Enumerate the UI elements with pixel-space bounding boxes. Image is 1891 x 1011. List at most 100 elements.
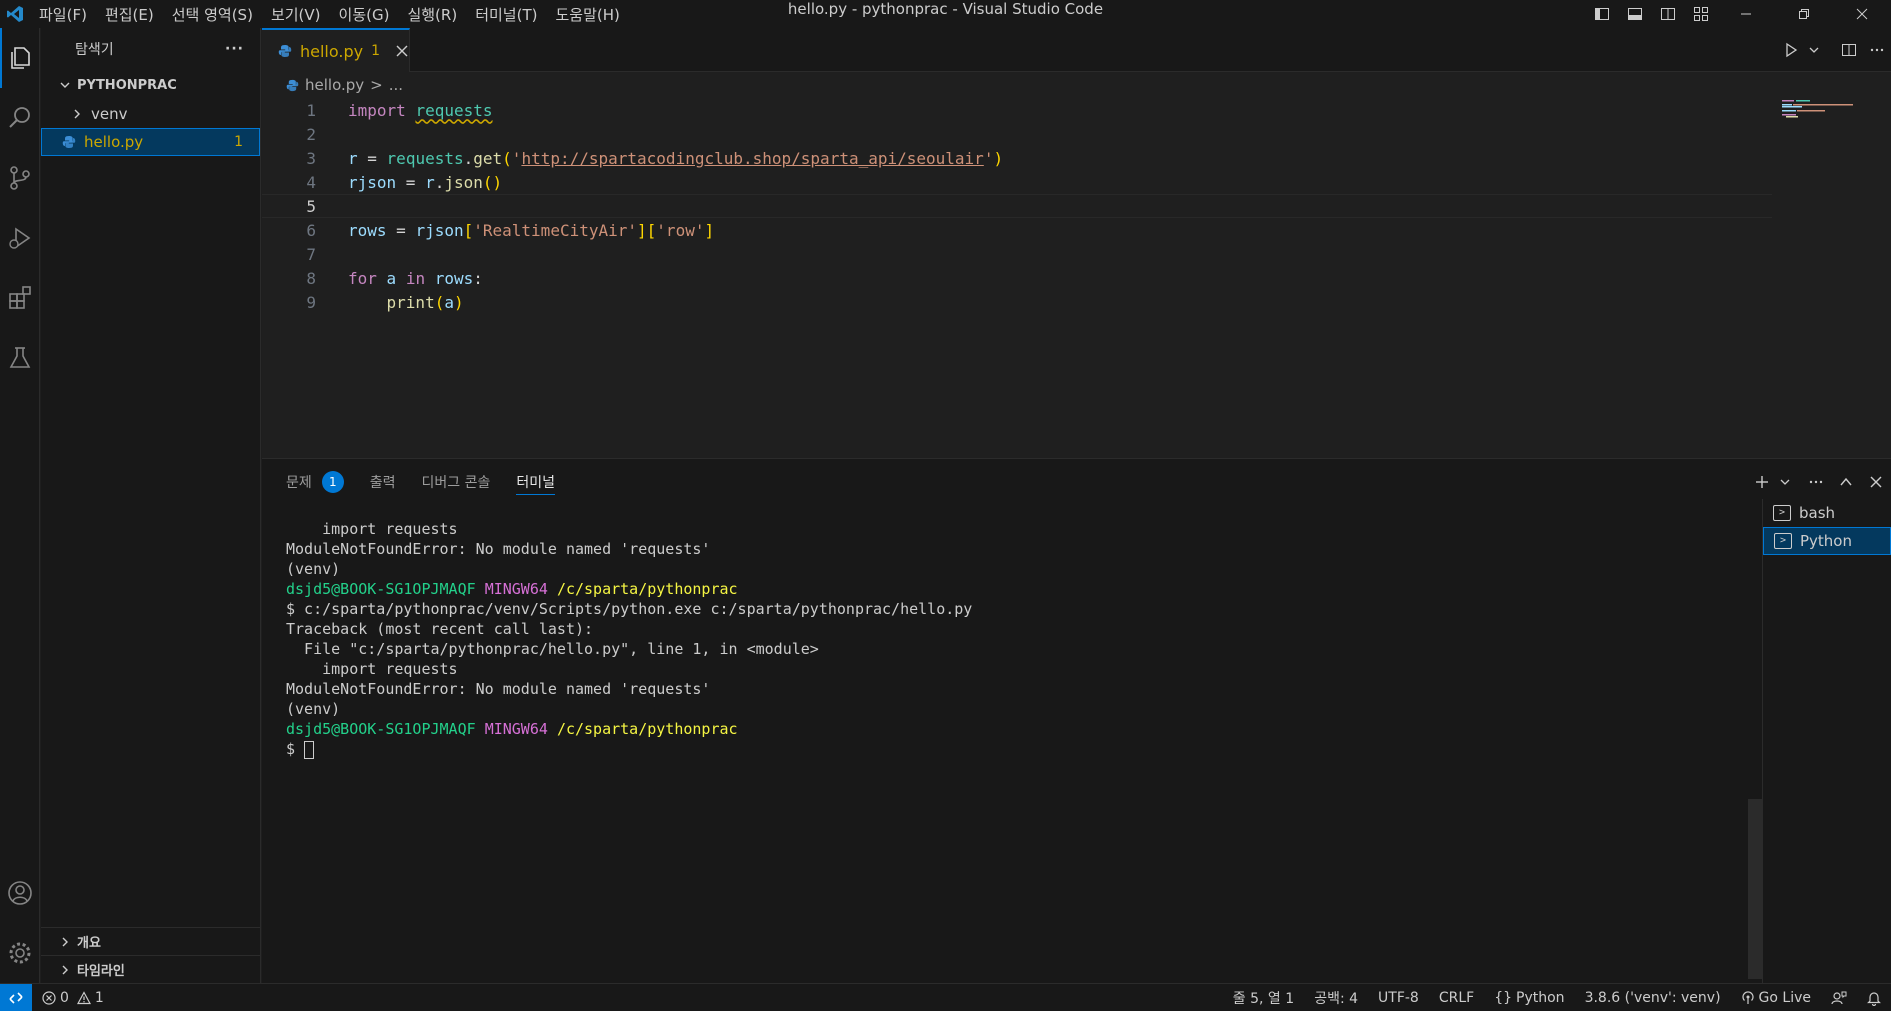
editor-actions (1777, 28, 1891, 72)
explorer-title: 탐색기 (75, 42, 114, 58)
tab-hello-py[interactable]: hello.py 1 (262, 28, 410, 72)
code-link[interactable]: http://spartacodingclub.shop/sparta_api/… (521, 149, 983, 168)
breadcrumb-symbols[interactable]: ... (389, 76, 403, 94)
code-token: rows (434, 268, 474, 288)
terminal-scrollbar[interactable] (1748, 799, 1762, 979)
menu-file[interactable]: 파일(F) (30, 4, 96, 25)
outline-section[interactable]: 개요 (41, 927, 260, 955)
code-token: 'row' (656, 220, 705, 240)
menu-terminal[interactable]: 터미널(T) (466, 4, 546, 25)
tab-terminal[interactable]: 터미널 (516, 459, 555, 505)
chevron-right-icon (69, 106, 85, 122)
code-token: get (473, 148, 503, 168)
line-number: 5 (306, 196, 316, 216)
tree-item-label: venv (91, 105, 128, 123)
tree-item-venv[interactable]: venv (41, 100, 260, 128)
toggle-panel-icon[interactable] (1618, 0, 1651, 28)
feedback-icon[interactable] (1821, 990, 1857, 1006)
tab-debug-console[interactable]: 디버그 콘솔 (422, 459, 491, 505)
error-icon (42, 990, 56, 1005)
menu-view[interactable]: 보기(V) (262, 4, 330, 25)
menu-run[interactable]: 실행(R) (398, 4, 466, 25)
search-icon[interactable] (0, 88, 40, 148)
manage-gear-icon[interactable] (0, 928, 40, 978)
go-live-label: Go Live (1758, 989, 1811, 1006)
menu-help[interactable]: 도움말(H) (546, 4, 628, 25)
terminal-item-python[interactable]: > Python (1763, 527, 1891, 555)
testing-icon[interactable] (0, 328, 40, 388)
broadcast-icon (1741, 990, 1755, 1005)
line-number: 7 (306, 244, 316, 264)
problems-status[interactable]: 0 1 (32, 990, 114, 1006)
terminal-output[interactable]: import requests ModuleNotFoundError: No … (286, 519, 1746, 959)
breadcrumb: hello.py > ... (262, 72, 1891, 98)
terminal-line: (venv) (286, 560, 341, 578)
panel-tabs: 문제 1 출력 디버그 콘솔 터미널 (262, 459, 1891, 505)
close-icon[interactable] (396, 42, 408, 61)
minimap[interactable] (1776, 98, 1891, 458)
terminal-line: File "c:/sparta/pythonprac/hello.py", li… (286, 640, 819, 658)
run-debug-icon[interactable] (0, 208, 40, 268)
sidebar-bottom-sections: 개요 타임라인 (41, 927, 260, 983)
line-number: 3 (306, 148, 316, 168)
code-token: = (396, 172, 426, 192)
run-python-file-icon[interactable] (1777, 28, 1805, 72)
code-editor[interactable]: 1 import requests 2 3 r = requests.get('… (262, 98, 1891, 458)
toggle-primary-sidebar-icon[interactable] (1585, 0, 1618, 28)
explorer-icon[interactable] (0, 28, 40, 88)
cursor-position[interactable]: 줄 5, 열 1 (1223, 988, 1304, 1008)
remote-indicator-icon[interactable] (0, 983, 32, 1011)
terminal-line: import requests (286, 520, 458, 538)
minimize-icon[interactable] (1717, 0, 1775, 28)
explorer-sidebar: 탐색기 ··· PYTHONPRAC venv hello.py 1 개요 타임… (41, 28, 261, 983)
indentation[interactable]: 공백: 4 (1304, 988, 1368, 1008)
breadcrumb-file[interactable]: hello.py (305, 76, 364, 94)
python-interpreter[interactable]: 3.8.6 ('venv': venv) (1575, 990, 1731, 1006)
go-live-button[interactable]: Go Live (1731, 990, 1821, 1006)
tab-problems[interactable]: 문제 1 (286, 459, 344, 505)
code-token: a (386, 268, 397, 288)
more-actions-icon[interactable]: ··· (225, 41, 244, 57)
terminal-line: Traceback (most recent call last): (286, 620, 594, 638)
code-token: a (444, 292, 454, 312)
menu-go[interactable]: 이동(G) (330, 4, 399, 25)
customize-layout-icon[interactable] (1684, 0, 1717, 28)
language-mode[interactable]: {} Python (1484, 990, 1574, 1006)
tree-item-hello-py[interactable]: hello.py 1 (41, 128, 260, 156)
line-number: 8 (306, 268, 316, 288)
menu-edit[interactable]: 편집(E) (96, 4, 163, 25)
tree-item-label: hello.py (84, 133, 144, 151)
split-editor-icon[interactable] (1835, 28, 1863, 72)
terminal-item-bash[interactable]: > bash (1763, 499, 1891, 527)
encoding[interactable]: UTF-8 (1368, 990, 1429, 1006)
extensions-icon[interactable] (0, 268, 40, 328)
code-token: rows (348, 220, 387, 240)
terminal-cursor (304, 740, 315, 759)
notifications-bell-icon[interactable] (1857, 990, 1891, 1006)
end-of-line[interactable]: CRLF (1429, 990, 1484, 1006)
terminal-input-line[interactable]: $ (286, 739, 1746, 759)
timeline-section[interactable]: 타임라인 (41, 955, 260, 983)
restore-icon[interactable] (1775, 0, 1833, 28)
code-token: 'RealtimeCityAir' (473, 220, 638, 240)
terminal-name: Python (1800, 532, 1852, 550)
python-file-icon (278, 44, 292, 58)
more-actions-icon[interactable] (1863, 28, 1891, 72)
workspace-section[interactable]: PYTHONPRAC (41, 72, 260, 98)
source-control-icon[interactable] (0, 148, 40, 208)
workspace-name: PYTHONPRAC (77, 77, 177, 93)
chevron-down-icon[interactable] (1805, 28, 1823, 72)
menu-selection[interactable]: 선택 영역(S) (163, 4, 262, 25)
code-token: print (386, 292, 435, 312)
accounts-icon[interactable] (0, 868, 40, 918)
terminal-prompt: dsjd5@BOOK-SG1OPJMAQF MINGW64 /c/sparta/… (286, 719, 1746, 739)
vscode-logo-icon[interactable] (0, 0, 30, 28)
timeline-label: 타임라인 (77, 964, 125, 979)
terminal-line: (venv) (286, 700, 341, 718)
close-window-icon[interactable] (1833, 0, 1891, 28)
explorer-header: 탐색기 ··· (41, 28, 260, 70)
toggle-secondary-sidebar-icon[interactable] (1651, 0, 1684, 28)
tab-label: 출력 (369, 475, 396, 491)
tab-output[interactable]: 출력 (370, 459, 396, 505)
terminal-name: bash (1799, 504, 1836, 522)
